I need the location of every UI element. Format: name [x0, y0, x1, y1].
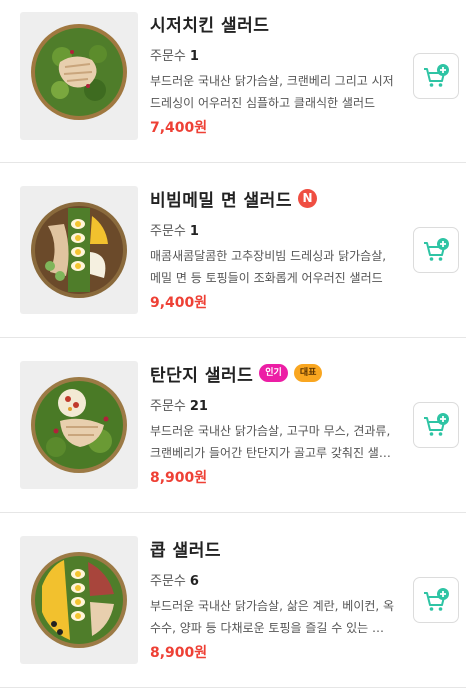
menu-item-name: 콥 샐러드: [150, 540, 221, 561]
menu-item-orders: 주문수 1: [150, 49, 199, 64]
menu-item-image[interactable]: [20, 536, 138, 664]
menu-item-image[interactable]: [20, 12, 138, 140]
add-to-cart-icon: [424, 64, 449, 87]
menu-item-orders: 주문수 21: [150, 399, 208, 414]
menu-item[interactable]: 콥 샐러드 주문수 6 부드러운 국내산 닭가슴살, 삶은 계란, 베이컨, 옥수…: [0, 513, 466, 688]
menu-list: 시저치킨 샐러드 주문수 1 부드러운 국내산 닭가슴살, 크랜베리 그리고 시저…: [0, 0, 466, 688]
add-to-cart-button[interactable]: [413, 577, 459, 623]
add-to-cart-icon: [424, 238, 449, 261]
menu-item-description: 부드러운 국내산 닭가슴살, 크랜베리 그리고 시저 드레싱이 어우러진 심플하…: [150, 74, 394, 110]
add-to-cart-button[interactable]: [413, 227, 459, 273]
menu-item-price: 9,400원: [150, 295, 208, 311]
menu-item[interactable]: 탄단지 샐러드 인기 대표 주문수 21 부드러운 국내산 닭가슴살, 고구마 무…: [0, 338, 466, 513]
menu-item-description: 부드러운 국내산 닭가슴살, 삶은 계란, 베이컨, 옥수수, 양파 등 다채로…: [150, 599, 395, 635]
add-to-cart-icon: [424, 588, 449, 611]
add-to-cart-button[interactable]: [413, 402, 459, 448]
menu-item-name: 비빔메밀 면 샐러드: [150, 190, 292, 211]
menu-item-image[interactable]: [20, 361, 138, 489]
representative-tag: 대표: [293, 364, 323, 382]
menu-item-name: 시저치킨 샐러드: [150, 15, 270, 36]
add-to-cart-icon: [424, 413, 449, 436]
menu-item[interactable]: 비빔메밀 면 샐러드 N 주문수 1 매콤새콤달콤한 고추장비빔 드레싱과 닭가슴…: [0, 163, 466, 338]
menu-item-price: 8,900원: [150, 470, 208, 486]
menu-item-name: 탄단지 샐러드: [150, 365, 254, 386]
menu-item-orders: 주문수 1: [150, 224, 199, 239]
add-to-cart-button[interactable]: [413, 53, 459, 99]
menu-item[interactable]: 시저치킨 샐러드 주문수 1 부드러운 국내산 닭가슴살, 크랜베리 그리고 시저…: [0, 0, 466, 163]
menu-item-orders: 주문수 6: [150, 574, 199, 589]
popular-tag: 인기: [259, 364, 288, 382]
menu-item-description: 매콤새콤달콤한 고추장비빔 드레싱과 닭가슴살, 메밀 면 등 토핑들이 조화롭…: [150, 249, 387, 285]
menu-item-image[interactable]: [20, 186, 138, 314]
menu-item-price: 7,400원: [150, 120, 208, 136]
new-badge-icon: N: [297, 188, 317, 208]
menu-item-price: 8,900원: [150, 645, 208, 661]
menu-item-description: 부드러운 국내산 닭가슴살, 고구마 무스, 견과류, 크랜베리가 들어간 탄단…: [150, 424, 391, 460]
